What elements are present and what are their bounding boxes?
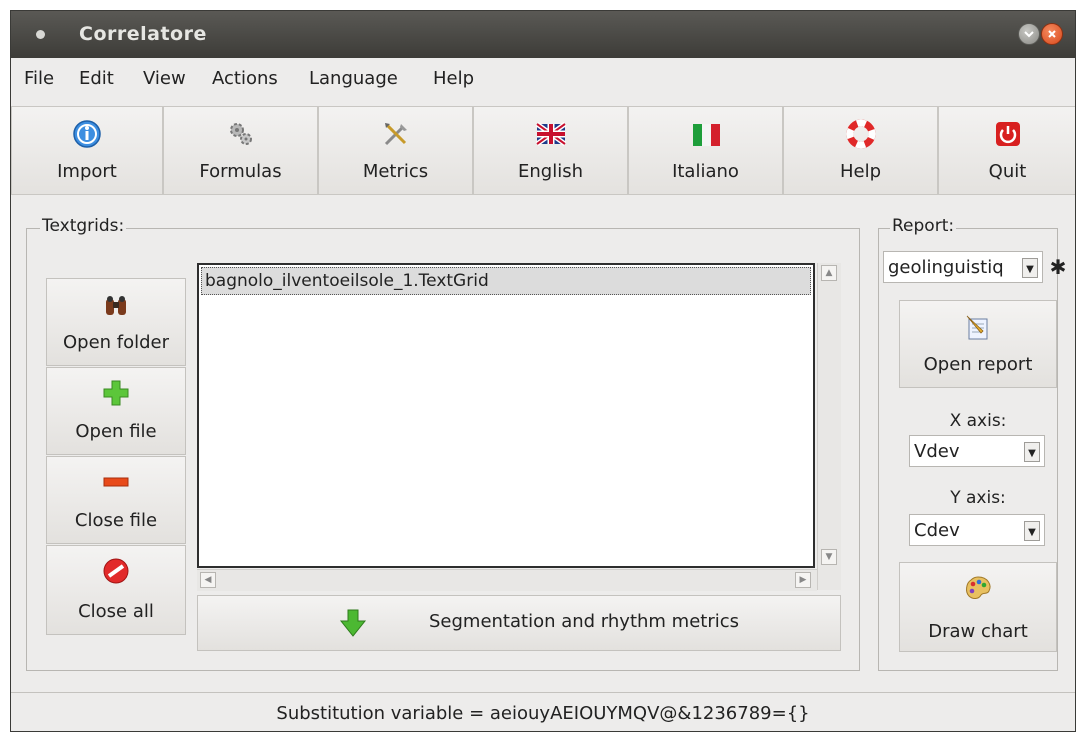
scroll-right-icon[interactable]: ▶ bbox=[795, 572, 811, 588]
menu-language[interactable]: Language bbox=[309, 68, 398, 89]
open-file-label: Open file bbox=[75, 421, 157, 442]
import-label: Import bbox=[57, 161, 117, 182]
quit-label: Quit bbox=[988, 161, 1027, 182]
italiano-label: Italiano bbox=[672, 161, 739, 182]
close-all-button[interactable]: Close all bbox=[46, 545, 186, 635]
formulas-button[interactable]: Formulas bbox=[163, 106, 318, 195]
close-file-label: Close file bbox=[74, 510, 158, 531]
textgrid-file-list[interactable]: bagnolo_ilventoeilsole_1.TextGrid bbox=[197, 263, 815, 568]
english-label: English bbox=[518, 161, 583, 182]
asterisk-icon[interactable]: ✱ bbox=[1047, 257, 1069, 279]
menu-actions[interactable]: Actions bbox=[212, 68, 278, 89]
gears-icon bbox=[226, 119, 256, 149]
y-axis-select[interactable]: Cdev ▼ bbox=[909, 514, 1045, 546]
menu-help[interactable]: Help bbox=[433, 68, 474, 89]
open-folder-button[interactable]: Open folder bbox=[46, 278, 186, 366]
lifebuoy-icon bbox=[846, 119, 876, 149]
list-horizontal-scrollbar[interactable]: ◀ ▶ bbox=[197, 569, 817, 591]
segmentation-metrics-label: Segmentation and rhythm metrics bbox=[428, 611, 740, 632]
formulas-label: Formulas bbox=[199, 161, 282, 182]
title-bar[interactable]: Correlatore bbox=[11, 11, 1075, 58]
report-select-value: geolinguistiq bbox=[888, 257, 1004, 278]
list-vertical-scrollbar[interactable]: ▲ ▼ bbox=[817, 263, 841, 590]
tools-icon bbox=[381, 119, 411, 149]
segmentation-metrics-button[interactable]: Segmentation and rhythm metrics bbox=[197, 595, 841, 651]
binoculars-icon bbox=[101, 291, 131, 321]
power-icon bbox=[993, 119, 1023, 149]
menu-view[interactable]: View bbox=[143, 68, 186, 89]
textgrids-legend: Textgrids: bbox=[40, 216, 127, 236]
x-axis-label: X axis: bbox=[949, 411, 1007, 431]
open-folder-label: Open folder bbox=[62, 332, 170, 353]
open-file-button[interactable]: Open file bbox=[46, 367, 186, 455]
forbidden-icon bbox=[101, 556, 131, 586]
x-axis-value: Vdev bbox=[914, 441, 960, 462]
plus-icon bbox=[101, 378, 131, 408]
quit-button[interactable]: Quit bbox=[938, 106, 1075, 195]
chevron-down-icon[interactable]: ▼ bbox=[1024, 521, 1040, 541]
report-select[interactable]: geolinguistiq ▼ bbox=[883, 251, 1043, 283]
status-bar: Substitution variable = aeiouyAEIOUYMQV@… bbox=[11, 692, 1075, 731]
menu-bar: File Edit View Actions Language Help bbox=[11, 58, 1075, 98]
metrics-label: Metrics bbox=[362, 161, 429, 182]
italy-flag-icon bbox=[691, 119, 721, 149]
close-all-label: Close all bbox=[78, 601, 154, 622]
minimize-button[interactable] bbox=[1018, 23, 1040, 45]
chevron-down-icon[interactable]: ▼ bbox=[1022, 258, 1038, 278]
draw-chart-button[interactable]: Draw chart bbox=[899, 562, 1057, 652]
window-title: Correlatore bbox=[79, 23, 207, 45]
palette-icon bbox=[963, 573, 993, 603]
uk-flag-icon bbox=[535, 119, 566, 149]
minimize-icon bbox=[1024, 31, 1034, 38]
close-file-button[interactable]: Close file bbox=[46, 456, 186, 544]
menu-file[interactable]: File bbox=[24, 68, 54, 89]
open-report-button[interactable]: Open report bbox=[899, 300, 1057, 388]
toolbar: Import Formulas Metrics English Italiano bbox=[11, 106, 1075, 197]
close-window-button[interactable] bbox=[1041, 23, 1063, 45]
y-axis-label: Y axis: bbox=[950, 488, 1006, 508]
close-icon bbox=[1048, 30, 1056, 38]
app-window: Correlatore File Edit View Actions Langu… bbox=[10, 10, 1076, 732]
metrics-button[interactable]: Metrics bbox=[318, 106, 473, 195]
list-item[interactable]: bagnolo_ilventoeilsole_1.TextGrid bbox=[201, 267, 811, 295]
info-icon bbox=[72, 119, 102, 149]
y-axis-value: Cdev bbox=[914, 520, 960, 541]
italiano-button[interactable]: Italiano bbox=[628, 106, 783, 195]
english-button[interactable]: English bbox=[473, 106, 628, 195]
help-button[interactable]: Help bbox=[783, 106, 938, 195]
help-label: Help bbox=[839, 161, 882, 182]
notepad-pencil-icon bbox=[963, 313, 993, 343]
x-axis-select[interactable]: Vdev ▼ bbox=[909, 435, 1045, 467]
open-report-label: Open report bbox=[923, 354, 1033, 375]
scroll-down-icon[interactable]: ▼ bbox=[821, 549, 837, 565]
menu-edit[interactable]: Edit bbox=[79, 68, 114, 89]
scroll-left-icon[interactable]: ◀ bbox=[200, 572, 216, 588]
minus-icon bbox=[101, 467, 131, 497]
draw-chart-label: Draw chart bbox=[928, 621, 1028, 642]
chevron-down-icon[interactable]: ▼ bbox=[1024, 442, 1040, 462]
scroll-up-icon[interactable]: ▲ bbox=[821, 265, 837, 281]
import-button[interactable]: Import bbox=[11, 106, 163, 195]
window-menu-icon[interactable] bbox=[36, 30, 45, 39]
report-legend: Report: bbox=[890, 216, 957, 236]
status-text: Substitution variable = aeiouyAEIOUYMQV@… bbox=[276, 703, 810, 724]
